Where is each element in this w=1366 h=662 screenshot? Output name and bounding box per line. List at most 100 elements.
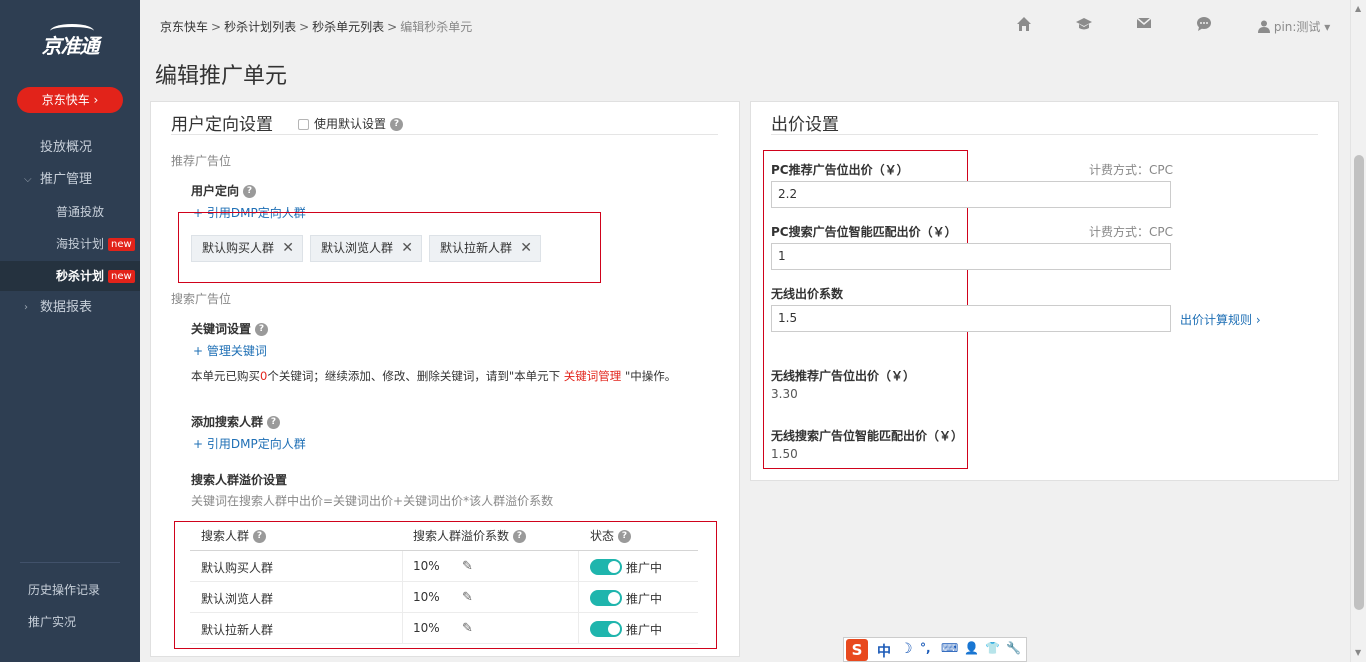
premium-settings-label: 搜索人群溢价设置 <box>191 473 288 487</box>
user-name: pin:测试 <box>1273 20 1321 34</box>
recommend-section-label: 推荐广告位 <box>171 154 232 168</box>
sidebar-item-label: 投放概况 <box>40 140 93 155</box>
jd-express-button[interactable]: 京东快车 › <box>17 87 123 113</box>
header-text: 搜索人群 <box>201 529 250 543</box>
close-icon[interactable]: ✕ <box>520 236 532 261</box>
help-icon[interactable]: ? <box>267 416 281 429</box>
logo-swoosh <box>50 24 94 38</box>
column-divider <box>402 613 403 644</box>
brand-logo[interactable]: 京准通 <box>30 24 110 64</box>
ime-toolbar[interactable]: S 中 ☽ °, ⌨ 👤 👕 🔧 <box>843 637 1027 662</box>
crowd-name: 默认拉新人群 <box>201 623 274 637</box>
breadcrumb-item[interactable]: 秒杀单元列表 <box>312 20 384 34</box>
user-targeting-label: 用户定向? <box>191 182 257 199</box>
history-log-link[interactable]: 历史操作记录 <box>28 581 100 598</box>
crowd-name: 默认购买人群 <box>201 561 274 575</box>
page-title: 编辑推广单元 <box>155 64 288 89</box>
wireless-rec-bid-value: 3.30 <box>771 387 798 401</box>
add-search-crowd-label: 添加搜索人群? <box>191 413 281 430</box>
sidebar-item-data-reports[interactable]: › 数据报表 <box>0 293 140 323</box>
chat-icon[interactable] <box>1195 16 1213 34</box>
keyword-management-link[interactable]: 关键词管理 <box>564 369 622 383</box>
page-scrollbar[interactable]: ▲ ▼ <box>1350 0 1366 662</box>
column-divider <box>578 582 579 613</box>
user-icon[interactable]: 👤 <box>964 641 979 655</box>
scroll-up-arrow-icon[interactable]: ▲ <box>1355 4 1361 13</box>
sidebar-divider <box>20 562 120 563</box>
punctuation-icon[interactable]: °, <box>920 641 931 655</box>
user-menu[interactable]: pin:测试 ▾ <box>1258 18 1330 35</box>
status-label: 推广中 <box>626 623 663 637</box>
crowd-name: 默认浏览人群 <box>201 592 274 606</box>
sidebar-item-label: 海投计划 <box>56 237 105 251</box>
sidebar-item-label: 推广管理 <box>40 172 93 187</box>
sidebar-item-normal-delivery[interactable]: 普通投放 <box>0 197 140 227</box>
scroll-thumb[interactable] <box>1354 155 1364 610</box>
pc-search-bid-input[interactable]: 1 <box>771 243 1171 270</box>
breadcrumb-item[interactable]: 京东快车 <box>160 20 208 34</box>
help-icon[interactable]: ? <box>243 185 257 198</box>
keyboard-icon[interactable]: ⌨ <box>941 641 958 655</box>
help-icon[interactable]: ? <box>618 530 632 543</box>
help-icon[interactable]: ? <box>253 530 267 543</box>
table-row: 默认购买人群 10% ✎ 推广中 <box>190 551 698 582</box>
title-divider <box>171 134 718 135</box>
dmp-crowd-link-search[interactable]: + 引用DMP定向人群 <box>193 435 306 452</box>
sidebar-item-flash-sale-plan[interactable]: 秒杀计划 new <box>0 261 140 291</box>
table-row: 默认浏览人群 10% ✎ 推广中 <box>190 582 698 613</box>
edit-pencil-icon[interactable]: ✎ <box>462 621 473 636</box>
sidebar-item-overview[interactable]: 投放概况 <box>0 133 140 163</box>
wireless-coef-input[interactable]: 1.5 <box>771 305 1171 332</box>
crowd-tag: 默认拉新人群 ✕ <box>429 235 541 262</box>
pc-rec-bid-input[interactable]: 2.2 <box>771 181 1171 208</box>
pc-search-bid-label: PC搜索广告位智能匹配出价（￥） <box>771 225 957 239</box>
status-label: 推广中 <box>626 561 663 575</box>
shirt-icon[interactable]: 👕 <box>985 641 1000 655</box>
status-toggle[interactable] <box>590 559 622 575</box>
sidebar: 京准通 京东快车 › 投放概况 ⌵ 推广管理 普通投放 海投计划 new 秒杀计划… <box>0 0 140 662</box>
scroll-down-arrow-icon[interactable]: ▼ <box>1355 648 1361 657</box>
breadcrumb-item[interactable]: 秒杀计划列表 <box>224 20 296 34</box>
user-icon <box>1258 20 1270 33</box>
search-section-label: 搜索广告位 <box>171 292 232 306</box>
checkbox-box[interactable] <box>298 119 309 130</box>
status-toggle[interactable] <box>590 590 622 606</box>
pc-rec-billing: 计费方式：CPC <box>1089 163 1173 177</box>
breadcrumb-separator: > <box>387 20 398 34</box>
tag-label: 默认购买人群 <box>202 241 275 255</box>
sogou-logo-icon[interactable]: S <box>846 639 868 661</box>
edit-pencil-icon[interactable]: ✎ <box>462 559 473 574</box>
premium-value: 10% <box>413 559 440 573</box>
header-text: 状态 <box>590 529 615 543</box>
bidding-title: 出价设置 <box>771 115 839 135</box>
help-icon[interactable]: ? <box>255 323 269 336</box>
top-bar: 京东快车 > 秒杀计划列表 > 秒杀单元列表 > 编辑秒杀单元 pin:测试 ▾ <box>140 0 1350 52</box>
keyword-info-text: 本单元已购买0个关键词；继续添加、修改、删除关键词，请到"本单元下 关键词管理 … <box>191 368 676 384</box>
status-label: 推广中 <box>626 592 663 606</box>
close-icon[interactable]: ✕ <box>282 236 294 261</box>
moon-icon[interactable]: ☽ <box>900 641 913 657</box>
mail-icon[interactable] <box>1135 16 1153 34</box>
sidebar-item-mass-plan[interactable]: 海投计划 new <box>0 229 140 259</box>
close-icon[interactable]: ✕ <box>401 236 413 261</box>
sidebar-item-promotion-management[interactable]: ⌵ 推广管理 <box>0 165 140 195</box>
use-default-checkbox[interactable]: 使用默认设置? <box>298 115 404 132</box>
wrench-icon[interactable]: 🔧 <box>1006 641 1021 655</box>
graduation-cap-icon[interactable] <box>1075 16 1093 34</box>
header-text: 搜索人群溢价系数 <box>413 529 510 543</box>
keyword-settings-text: 关键词设置 <box>191 322 252 336</box>
kw-text: 个关键词；继续添加、修改、删除关键词，请到"本单元下 <box>267 369 561 383</box>
help-icon[interactable]: ? <box>390 118 404 131</box>
bid-rule-link[interactable]: 出价计算规则 › <box>1180 311 1261 328</box>
manage-keywords-link[interactable]: + 管理关键词 <box>193 342 267 359</box>
chinese-mode-icon[interactable]: 中 <box>877 641 891 661</box>
live-promotion-link[interactable]: 推广实况 <box>28 613 76 630</box>
table-header-crowd: 搜索人群? <box>201 527 267 544</box>
edit-pencil-icon[interactable]: ✎ <box>462 590 473 605</box>
home-icon[interactable] <box>1015 16 1033 34</box>
chevron-right-icon: › <box>24 302 28 313</box>
breadcrumb-current: 编辑秒杀单元 <box>400 20 473 34</box>
help-icon[interactable]: ? <box>513 530 527 543</box>
sidebar-item-label: 秒杀计划 <box>56 269 105 283</box>
status-toggle[interactable] <box>590 621 622 637</box>
